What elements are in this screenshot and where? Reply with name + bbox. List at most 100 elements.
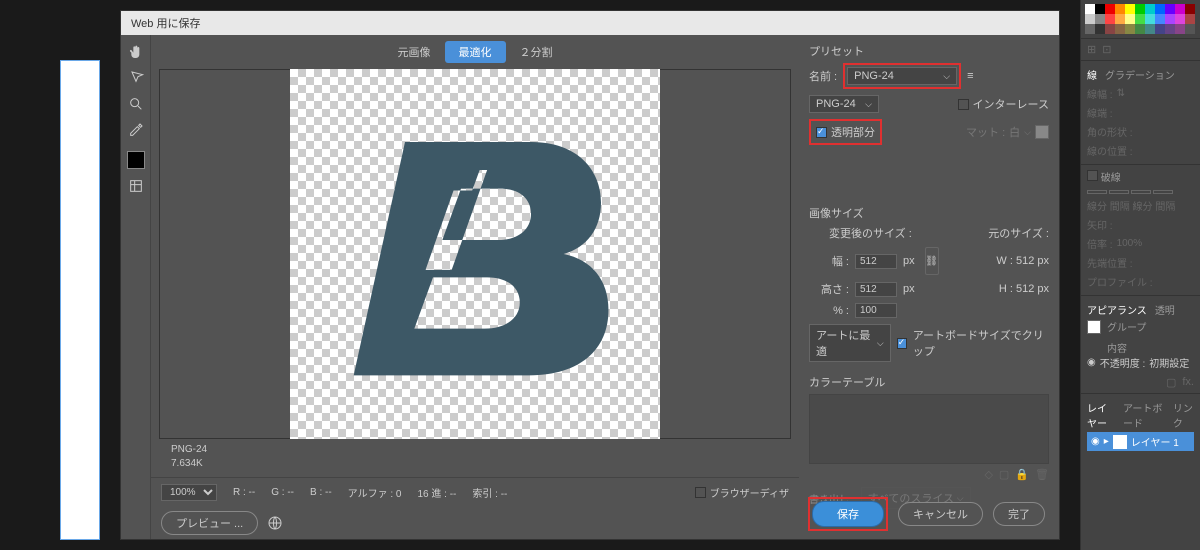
- color-table-toolbar: ◇ ▢ 🔒 🗑: [809, 468, 1049, 481]
- orig-width: W : 512 px: [996, 255, 1049, 267]
- width-input[interactable]: [855, 254, 897, 269]
- dialog-actions: 保存 キャンセル 完了: [808, 497, 1045, 531]
- preview-meta: PNG-24 7.634K: [159, 439, 791, 475]
- matte-value: 白: [1009, 124, 1020, 140]
- height-input[interactable]: [855, 282, 897, 297]
- tab-optimized[interactable]: 最適化: [445, 41, 506, 63]
- stroke-width-label: 線幅 :: [1087, 86, 1113, 101]
- info-bar: 100% R : -- G : -- B : -- アルファ : 0 16 進 …: [151, 477, 799, 507]
- save-button[interactable]: 保存: [812, 501, 884, 527]
- layer-row[interactable]: ◉ ▸ レイヤー 1: [1087, 432, 1194, 451]
- link-dimensions-icon[interactable]: ⛓: [925, 247, 939, 275]
- clip-artboard-checkbox[interactable]: [897, 338, 907, 349]
- layers-tab[interactable]: レイヤー: [1087, 400, 1115, 430]
- hex-value: 16 進 : --: [417, 485, 456, 500]
- link-tab[interactable]: リンク: [1173, 400, 1194, 430]
- tip-label: 先端位置 :: [1087, 255, 1133, 270]
- pos-label: 線の位置 :: [1087, 143, 1133, 158]
- matte-label: マット :: [966, 124, 1005, 140]
- stroke-tab[interactable]: 線: [1087, 67, 1097, 82]
- color-swatches[interactable]: [1081, 0, 1200, 38]
- group-label: グループ: [1107, 319, 1146, 334]
- expand-icon[interactable]: ▸: [1104, 436, 1109, 447]
- transparency-label: 透明部分: [831, 124, 875, 140]
- matte-swatch[interactable]: [1035, 125, 1049, 139]
- globe-icon[interactable]: [266, 514, 284, 532]
- appearance-tab[interactable]: アピアランス: [1087, 302, 1147, 317]
- percent-input[interactable]: [855, 303, 897, 318]
- pct-label: % :: [809, 305, 849, 317]
- eye-icon[interactable]: ◉: [1087, 357, 1096, 368]
- dialog-toolbar: [121, 35, 151, 539]
- fx-icon[interactable]: fx.: [1182, 376, 1194, 389]
- zoom-tool-icon[interactable]: [127, 95, 145, 113]
- name-label: 名前 :: [809, 68, 837, 84]
- save-for-web-dialog: Web 用に保存 元画像 最適化 ２分割: [120, 10, 1060, 540]
- tab-original[interactable]: 元画像: [384, 41, 445, 63]
- preset-select[interactable]: PNG-24⌵: [847, 67, 957, 85]
- corner-label: 角の形状 :: [1087, 124, 1133, 139]
- layer-name: レイヤー 1: [1131, 434, 1179, 449]
- canvas-artboard: [60, 60, 100, 540]
- after-size-label: 変更後のサイズ :: [829, 225, 912, 241]
- b-value: B : --: [310, 487, 332, 498]
- cancel-button[interactable]: キャンセル: [898, 502, 983, 526]
- dash-checkbox[interactable]: [1087, 170, 1098, 181]
- foreground-color-swatch[interactable]: [127, 151, 145, 169]
- interlace-checkbox[interactable]: [958, 99, 969, 110]
- preset-highlight: PNG-24⌵: [843, 63, 961, 89]
- r-value: R : --: [233, 487, 255, 498]
- format-label: PNG-24: [171, 443, 779, 457]
- logo-artwork: [335, 114, 615, 394]
- transparency-checkbox[interactable]: [816, 127, 827, 138]
- scale-label: 倍率 :: [1087, 236, 1113, 251]
- artboard-tab[interactable]: アートボード: [1123, 400, 1165, 430]
- preset-menu-icon[interactable]: ≡: [967, 70, 973, 82]
- ct-icon-2[interactable]: ▢: [999, 468, 1009, 481]
- alpha-value: アルファ : 0: [348, 485, 402, 500]
- transparency-tab[interactable]: 透明: [1155, 302, 1175, 317]
- transparency-checker: [290, 69, 660, 439]
- right-panels: ⊞⊡ 線 グラデーション 線幅 :⇅ 線端 : 角の形状 : 線の位置 : 破線…: [1080, 0, 1200, 550]
- save-highlight: 保存: [808, 497, 888, 531]
- tab-split[interactable]: ２分割: [506, 41, 567, 63]
- preview-area: 元画像 最適化 ２分割 PNG-24 7.634K 100: [151, 35, 799, 539]
- arrow-label: 矢印 :: [1087, 217, 1113, 232]
- profile-label: プロファイル :: [1087, 274, 1153, 289]
- browser-dither-checkbox[interactable]: [695, 487, 706, 498]
- zoom-select[interactable]: 100%: [161, 484, 217, 501]
- fit-select[interactable]: アートに最適⌵: [809, 324, 891, 362]
- panel-icon[interactable]: ⊞: [1087, 43, 1096, 56]
- dialog-title: Web 用に保存: [121, 11, 1059, 35]
- color-table-header: カラーテーブル: [809, 374, 1049, 390]
- dash-label: 破線: [1101, 173, 1121, 184]
- lock-icon[interactable]: 🔒: [1015, 468, 1029, 481]
- px-label: px: [903, 255, 915, 267]
- done-button[interactable]: 完了: [993, 502, 1045, 526]
- filesize-label: 7.634K: [171, 457, 779, 471]
- clip-artboard-label: アートボードサイズでクリップ: [913, 327, 1049, 359]
- hand-tool-icon[interactable]: [127, 43, 145, 61]
- slice-visibility-icon[interactable]: [127, 177, 145, 195]
- stepper-icon[interactable]: ⇅: [1117, 88, 1125, 99]
- trash-icon[interactable]: 🗑: [1035, 468, 1049, 481]
- format-select[interactable]: PNG-24⌵: [809, 95, 879, 113]
- visibility-icon[interactable]: ◉: [1091, 436, 1100, 447]
- panel-icon-2[interactable]: ⊡: [1102, 43, 1111, 56]
- preview-tabs: 元画像 最適化 ２分割: [151, 35, 799, 69]
- g-value: G : --: [271, 487, 294, 498]
- height-label: 高さ :: [809, 281, 849, 297]
- image-size-header: 画像サイズ: [809, 205, 1049, 221]
- index-value: 索引 : --: [472, 485, 507, 500]
- slice-tool-icon[interactable]: [127, 69, 145, 87]
- ap-icon-1[interactable]: ▢: [1166, 376, 1176, 389]
- eyedropper-tool-icon[interactable]: [127, 121, 145, 139]
- interlace-label: インターレース: [973, 96, 1049, 112]
- preview-button[interactable]: プレビュー ...: [161, 511, 258, 535]
- orig-height: H : 512 px: [999, 283, 1049, 295]
- width-label: 幅 :: [809, 253, 849, 269]
- gradient-tab[interactable]: グラデーション: [1105, 67, 1175, 82]
- browser-dither-label: ブラウザーディザ: [710, 485, 789, 500]
- preview-frame[interactable]: [159, 69, 791, 439]
- ct-icon-1[interactable]: ◇: [984, 468, 992, 481]
